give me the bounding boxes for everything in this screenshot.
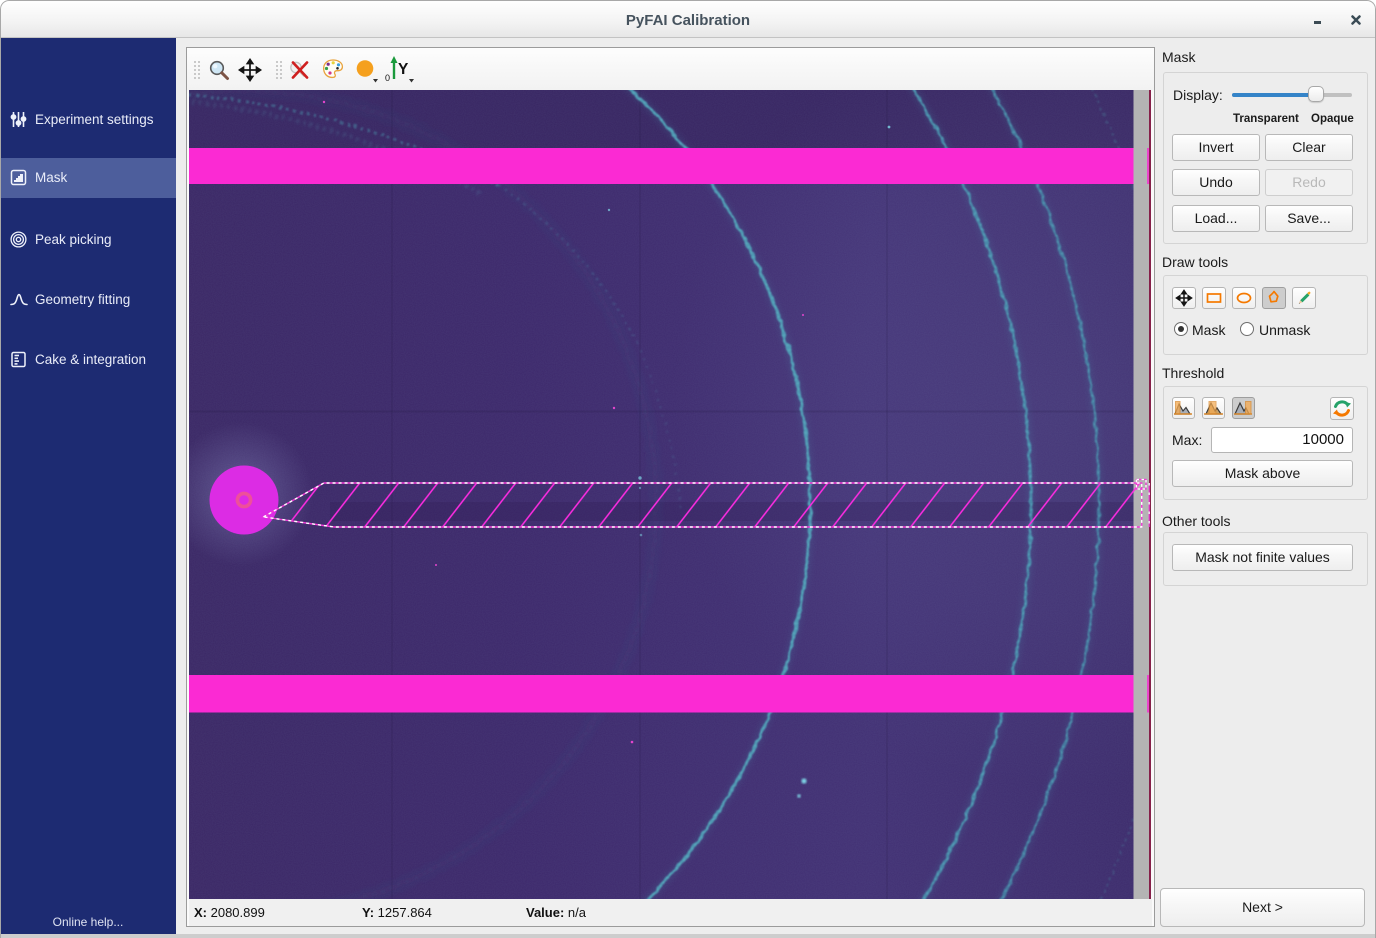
- svg-text:0: 0: [385, 73, 390, 83]
- svg-text:Y: Y: [398, 61, 409, 78]
